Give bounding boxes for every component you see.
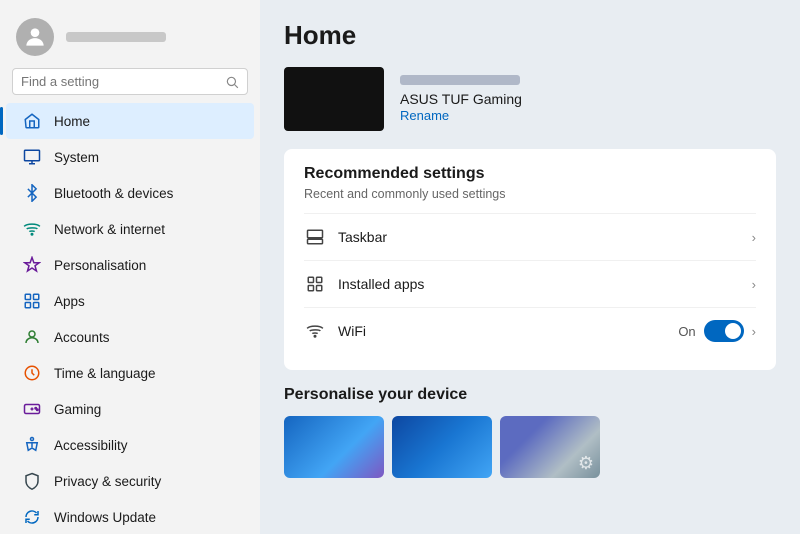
- avatar: [16, 18, 54, 56]
- sidebar-item-time[interactable]: Time & language: [6, 355, 254, 391]
- search-input[interactable]: [21, 74, 219, 89]
- device-card: ASUS TUF Gaming Rename: [284, 67, 776, 131]
- personalise-thumb-3[interactable]: [500, 416, 600, 478]
- search-box[interactable]: [12, 68, 248, 95]
- installed-apps-chevron: ›: [752, 277, 756, 292]
- network-icon: [22, 219, 42, 239]
- profile-name-bar: [66, 32, 166, 42]
- wifi-right: On ›: [678, 320, 756, 342]
- home-icon: [22, 111, 42, 131]
- accounts-icon: [22, 327, 42, 347]
- taskbar-label: Taskbar: [338, 229, 740, 245]
- personalise-thumb-2[interactable]: [392, 416, 492, 478]
- apps-icon: [22, 291, 42, 311]
- sidebar-item-bluetooth[interactable]: Bluetooth & devices: [6, 175, 254, 211]
- gaming-icon: [22, 399, 42, 419]
- device-name: ASUS TUF Gaming: [400, 91, 522, 107]
- installed-apps-right: ›: [752, 277, 756, 292]
- personalise-title: Personalise your device: [284, 386, 776, 404]
- sidebar-item-label-apps: Apps: [54, 294, 85, 309]
- sidebar-item-label-system: System: [54, 150, 99, 165]
- bluetooth-icon: [22, 183, 42, 203]
- sidebar-item-personalisation[interactable]: Personalisation: [6, 247, 254, 283]
- sidebar-item-apps[interactable]: Apps: [6, 283, 254, 319]
- main-content: Home ASUS TUF Gaming Rename Recommended …: [260, 0, 800, 534]
- personalisation-icon: [22, 255, 42, 275]
- sidebar-item-label-network: Network & internet: [54, 222, 165, 237]
- sidebar-item-network[interactable]: Network & internet: [6, 211, 254, 247]
- taskbar-chevron: ›: [752, 230, 756, 245]
- installed-apps-label: Installed apps: [338, 276, 740, 292]
- personalise-section: Personalise your device: [284, 386, 776, 478]
- sidebar-item-label-time: Time & language: [54, 366, 156, 381]
- taskbar-row[interactable]: Taskbar ›: [304, 213, 756, 260]
- sidebar-item-accounts[interactable]: Accounts: [6, 319, 254, 355]
- device-info: ASUS TUF Gaming Rename: [400, 75, 522, 123]
- wifi-row[interactable]: WiFi On ›: [304, 307, 756, 354]
- accessibility-icon: [22, 435, 42, 455]
- windows-update-icon: [22, 507, 42, 527]
- system-icon: [22, 147, 42, 167]
- privacy-icon: [22, 471, 42, 491]
- taskbar-icon: [304, 226, 326, 248]
- nav-list: Home System Bluetooth & devices Network & i…: [0, 103, 260, 534]
- avatar-icon: [22, 24, 48, 50]
- sidebar-item-home[interactable]: Home: [6, 103, 254, 139]
- sidebar: Home System Bluetooth & devices Network & i…: [0, 0, 260, 534]
- wifi-status: On: [678, 324, 695, 339]
- installed-apps-icon: [304, 273, 326, 295]
- wifi-toggle[interactable]: [704, 320, 744, 342]
- personalise-thumb-1[interactable]: [284, 416, 384, 478]
- installed-apps-row[interactable]: Installed apps ›: [304, 260, 756, 307]
- sidebar-item-accessibility[interactable]: Accessibility: [6, 427, 254, 463]
- sidebar-item-label-windows-update: Windows Update: [54, 510, 156, 525]
- sidebar-item-label-privacy: Privacy & security: [54, 474, 161, 489]
- sidebar-item-label-accessibility: Accessibility: [54, 438, 128, 453]
- sidebar-item-system[interactable]: System: [6, 139, 254, 175]
- sidebar-item-label-home: Home: [54, 114, 90, 129]
- sidebar-item-label-bluetooth: Bluetooth & devices: [54, 186, 173, 201]
- wifi-icon: [304, 320, 326, 342]
- rename-link[interactable]: Rename: [400, 108, 449, 123]
- device-thumbnail: [284, 67, 384, 131]
- device-name-bar: [400, 75, 520, 85]
- wifi-label: WiFi: [338, 323, 666, 339]
- sidebar-item-label-accounts: Accounts: [54, 330, 110, 345]
- page-title: Home: [284, 20, 776, 51]
- wifi-chevron: ›: [752, 324, 756, 339]
- recommended-subtitle: Recent and commonly used settings: [304, 187, 756, 201]
- sidebar-profile: [0, 10, 260, 68]
- search-icon: [225, 75, 239, 89]
- recommended-settings-card: Recommended settings Recent and commonly…: [284, 149, 776, 370]
- recommended-title: Recommended settings: [304, 165, 756, 183]
- sidebar-item-gaming[interactable]: Gaming: [6, 391, 254, 427]
- sidebar-item-label-gaming: Gaming: [54, 402, 101, 417]
- sidebar-item-privacy[interactable]: Privacy & security: [6, 463, 254, 499]
- sidebar-item-windows-update[interactable]: Windows Update: [6, 499, 254, 534]
- personalise-grid: [284, 416, 776, 478]
- sidebar-item-label-personalisation: Personalisation: [54, 258, 146, 273]
- taskbar-right: ›: [752, 230, 756, 245]
- time-icon: [22, 363, 42, 383]
